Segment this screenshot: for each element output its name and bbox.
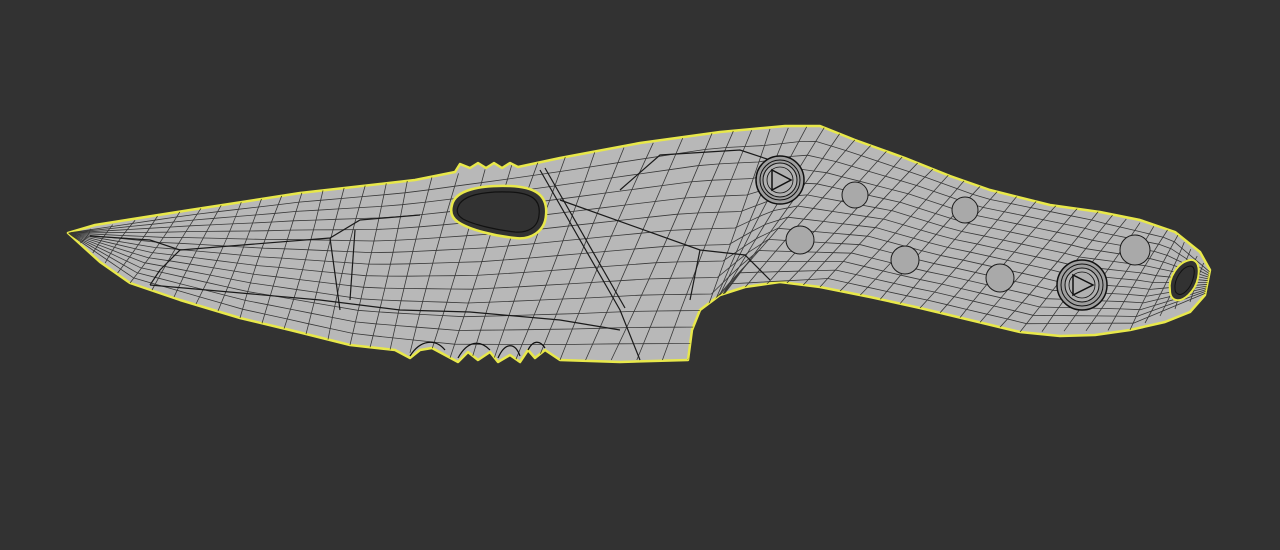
viewport-canvas[interactable] (0, 0, 1280, 550)
pivot-screw-icon[interactable] (755, 155, 805, 205)
knife-mesh-body[interactable] (66, 124, 1212, 364)
butt-screw-icon[interactable] (1056, 259, 1108, 311)
3d-viewport[interactable] (0, 0, 1280, 550)
